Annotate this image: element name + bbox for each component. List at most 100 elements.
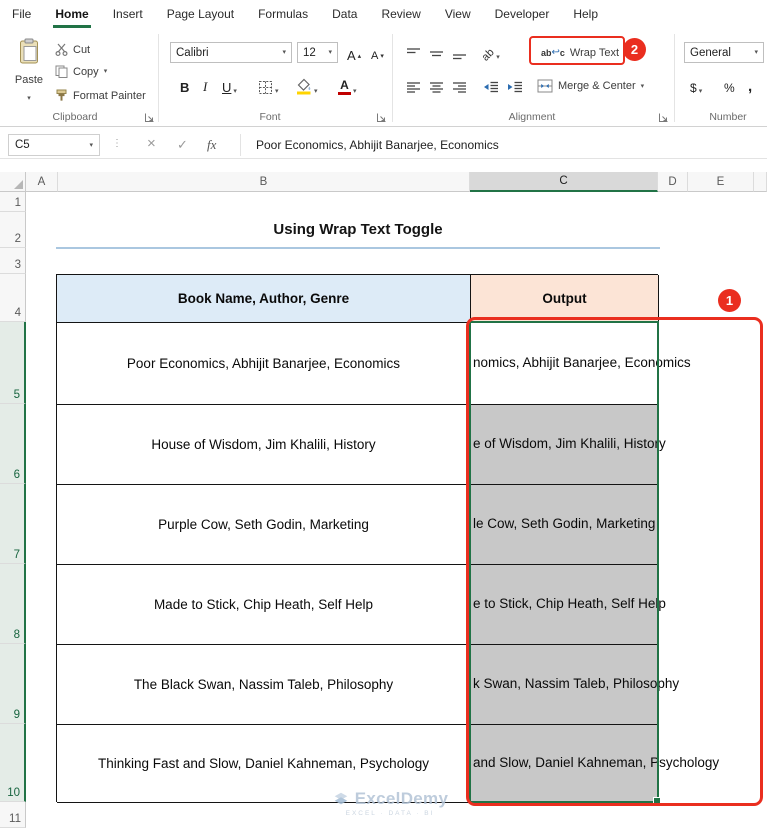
alignment-group-label: Alignment xyxy=(508,111,556,123)
menu-review[interactable]: Review xyxy=(369,0,432,28)
decrease-font-icon: A xyxy=(371,50,379,62)
row-header-7[interactable]: 7 xyxy=(0,484,26,564)
align-top-button[interactable] xyxy=(402,40,425,62)
row-header-4[interactable]: 4 xyxy=(0,274,26,322)
column-header-e[interactable]: E xyxy=(688,172,754,192)
cell-book-4[interactable]: Made to Stick, Chip Heath, Self Help xyxy=(57,565,471,645)
italic-button[interactable]: I xyxy=(199,74,211,96)
font-size-chevron-icon: ▾ xyxy=(328,49,332,56)
menu-developer[interactable]: Developer xyxy=(483,0,562,28)
fill-color-chevron-icon: ▾ xyxy=(314,88,318,95)
paste-chevron-icon: ▾ xyxy=(27,95,31,102)
paste-button[interactable]: Paste ▾ xyxy=(8,36,50,104)
fill-handle[interactable] xyxy=(653,797,661,805)
cell-book-6[interactable]: Thinking Fast and Slow, Daniel Kahneman,… xyxy=(57,725,471,803)
fill-color-button[interactable]: ▾ xyxy=(292,74,322,96)
output-overflow-text-1: nomics, Abhijit Banarjee, Economics xyxy=(473,355,691,370)
column-header-b[interactable]: B xyxy=(58,172,470,192)
wrap-text-button[interactable]: ab ↩ c Wrap Text xyxy=(538,42,622,64)
column-header-a[interactable]: A xyxy=(26,172,58,192)
menu-insert[interactable]: Insert xyxy=(101,0,155,28)
cancel-button[interactable]: × xyxy=(147,135,156,152)
percent-style-button[interactable]: % xyxy=(720,74,739,96)
group-separator xyxy=(392,34,393,122)
align-left-button[interactable] xyxy=(402,74,425,96)
dollar-icon: $ xyxy=(690,81,697,95)
format-painter-button[interactable]: Format Painter xyxy=(52,86,149,105)
menu-bar: File Home Insert Page Layout Formulas Da… xyxy=(0,0,767,28)
borders-button[interactable]: ▾ xyxy=(254,74,283,96)
table-header-book[interactable]: Book Name, Author, Genre xyxy=(57,275,471,323)
number-format-select[interactable]: General ▾ xyxy=(684,42,764,63)
merge-center-button[interactable]: Merge & Center ▾ xyxy=(534,75,647,97)
menu-file[interactable]: File xyxy=(0,0,43,28)
copy-chevron-icon: ▾ xyxy=(103,68,108,75)
column-header-c[interactable]: C xyxy=(470,172,658,192)
dialog-launcher-icon xyxy=(377,113,386,122)
increase-indent-icon xyxy=(508,81,522,93)
row-header-5[interactable]: 5 xyxy=(0,322,26,404)
table-header-output[interactable]: Output xyxy=(471,275,659,323)
row-header-9[interactable]: 9 xyxy=(0,644,26,724)
copy-label: Copy xyxy=(73,65,99,78)
row-header-6[interactable]: 6 xyxy=(0,404,26,484)
excel-window: File Home Insert Page Layout Formulas Da… xyxy=(0,0,767,835)
copy-button[interactable]: Copy ▾ xyxy=(52,62,110,81)
output-overflow-text-5: k Swan, Nassim Taleb, Philosophy xyxy=(473,676,680,691)
align-middle-button[interactable] xyxy=(425,40,448,62)
cell-book-1[interactable]: Poor Economics, Abhijit Banarjee, Econom… xyxy=(57,323,471,405)
enter-button[interactable]: ✓ xyxy=(177,137,188,153)
comma-style-button[interactable]: , xyxy=(744,74,756,96)
menu-help[interactable]: Help xyxy=(561,0,610,28)
row-header-8[interactable]: 8 xyxy=(0,564,26,644)
font-size-value: 12 xyxy=(303,46,316,59)
align-right-button[interactable] xyxy=(448,74,471,96)
formula-bar: C5 ▾ ⋮ × ✓ fx Poor Economics, Abhijit Ba… xyxy=(0,131,767,159)
increase-font-button[interactable]: A ▴ xyxy=(343,41,365,63)
column-header-partial xyxy=(754,172,767,192)
italic-label: I xyxy=(203,79,208,94)
clipboard-group-label: Clipboard xyxy=(52,111,98,123)
cell-book-5[interactable]: The Black Swan, Nassim Taleb, Philosophy xyxy=(57,645,471,725)
font-color-button[interactable]: A ▾ xyxy=(334,74,361,96)
align-right-icon xyxy=(453,82,466,93)
output-overflow-text-2: e of Wisdom, Jim Khalili, History xyxy=(473,436,666,451)
decrease-indent-button[interactable] xyxy=(479,74,503,96)
column-header-d[interactable]: D xyxy=(658,172,688,192)
clipboard-dialog-launcher[interactable] xyxy=(144,112,155,123)
select-all-corner[interactable] xyxy=(0,172,26,192)
font-size-select[interactable]: 12 ▾ xyxy=(297,42,338,63)
name-box[interactable]: C5 ▾ xyxy=(8,134,100,156)
row-header-11[interactable]: 11 xyxy=(0,802,26,828)
cell-book-3[interactable]: Purple Cow, Seth Godin, Marketing xyxy=(57,485,471,565)
align-bottom-button[interactable] xyxy=(448,40,471,62)
formula-input[interactable]: Poor Economics, Abhijit Banarjee, Econom… xyxy=(256,138,499,152)
cell-book-2[interactable]: House of Wisdom, Jim Khalili, History xyxy=(57,405,471,485)
increase-indent-button[interactable] xyxy=(503,74,527,96)
font-name-select[interactable]: Calibri ▾ xyxy=(170,42,292,63)
menu-formulas[interactable]: Formulas xyxy=(246,0,320,28)
menu-view[interactable]: View xyxy=(433,0,483,28)
menu-home[interactable]: Home xyxy=(43,0,100,28)
underline-button[interactable]: U ▾ xyxy=(218,74,241,96)
format-painter-icon xyxy=(56,89,67,101)
decrease-font-button[interactable]: A ▾ xyxy=(367,41,388,63)
bold-button[interactable]: B xyxy=(176,74,193,96)
row-header-3[interactable]: 3 xyxy=(0,248,26,274)
insert-function-button[interactable]: fx xyxy=(207,137,216,153)
cut-button[interactable]: Cut xyxy=(52,40,93,59)
annotation-badge-1: 1 xyxy=(718,289,741,312)
decrease-arrow-icon: ▾ xyxy=(380,53,384,60)
group-separator xyxy=(158,34,159,122)
menu-data[interactable]: Data xyxy=(320,0,369,28)
font-dialog-launcher[interactable] xyxy=(376,112,387,123)
orientation-button[interactable]: ab ▾ xyxy=(478,40,504,63)
borders-icon xyxy=(259,81,272,94)
accounting-format-button[interactable]: $ ▾ xyxy=(686,74,706,96)
row-header-1[interactable]: 1 xyxy=(0,192,26,212)
row-header-10[interactable]: 10 xyxy=(0,724,26,802)
alignment-dialog-launcher[interactable] xyxy=(658,112,669,123)
align-center-button[interactable] xyxy=(425,74,448,96)
menu-page-layout[interactable]: Page Layout xyxy=(155,0,246,28)
row-header-2[interactable]: 2 xyxy=(0,212,26,248)
